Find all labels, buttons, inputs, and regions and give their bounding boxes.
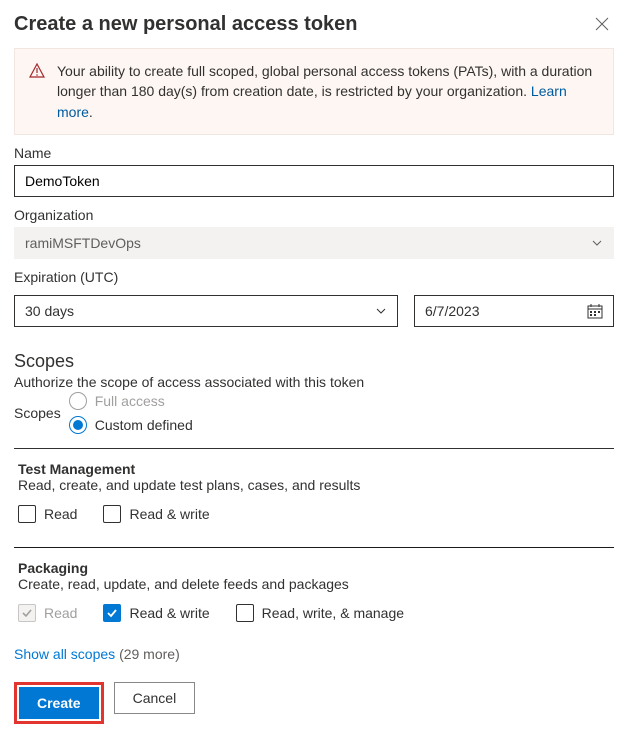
show-all-scopes-link[interactable]: Show all scopes [14,646,115,662]
close-icon [595,17,609,31]
perm-packaging-readwrite[interactable]: Read & write [103,604,209,622]
scope-group-test-management: Test Management Read, create, and update… [14,449,614,527]
warning-text: Your ability to create full scoped, glob… [57,61,599,122]
scope-group-title: Packaging [18,560,610,576]
panel-header: Create a new personal access token [14,12,614,36]
perm-test-read[interactable]: Read [18,505,77,523]
perm-test-readwrite[interactable]: Read & write [103,505,209,523]
scope-radio-full-label: Full access [95,393,165,409]
scopes-heading: Scopes [14,351,614,372]
scopes-subtitle: Authorize the scope of access associated… [14,374,614,390]
warning-icon [29,63,45,122]
scope-group-desc: Create, read, update, and delete feeds a… [18,576,610,592]
perm-label: Read & write [129,506,209,522]
close-button[interactable] [590,12,614,36]
create-button-highlight: Create [14,682,104,724]
expiration-label: Expiration (UTC) [14,269,614,285]
create-button[interactable]: Create [19,687,99,719]
scope-radio-full-access: Full access [69,392,193,410]
perm-packaging-manage[interactable]: Read, write, & manage [236,604,404,622]
scope-group-desc: Read, create, and update test plans, cas… [18,477,610,493]
organization-select[interactable]: ramiMSFTDevOps [14,227,614,259]
warning-message: Your ability to create full scoped, glob… [57,63,592,99]
scope-group-packaging: Packaging Create, read, update, and dele… [14,547,614,626]
chevron-down-icon [591,237,603,249]
chevron-down-icon [375,305,387,317]
expiration-duration-value: 30 days [25,303,74,319]
show-all-scopes-count: (29 more) [119,646,180,662]
perm-label: Read, write, & manage [262,605,404,621]
panel-title: Create a new personal access token [14,13,358,36]
scope-group-title: Test Management [18,461,610,477]
scope-radio-custom[interactable]: Custom defined [69,416,193,434]
scopes-list[interactable]: Test Management Read, create, and update… [14,448,614,626]
perm-label: Read [44,506,77,522]
perm-label: Read [44,605,77,621]
show-all-scopes: Show all scopes (29 more) [14,646,614,662]
perm-label: Read & write [129,605,209,621]
action-buttons: Create Cancel [14,682,614,724]
perm-packaging-read: Read [18,604,77,622]
restriction-warning: Your ability to create full scoped, glob… [14,48,614,135]
expiration-duration-select[interactable]: 30 days [14,295,398,327]
expiration-date-value: 6/7/2023 [425,303,480,319]
organization-label: Organization [14,207,614,223]
expiration-date-input[interactable]: 6/7/2023 [414,295,614,327]
name-label: Name [14,145,614,161]
name-input[interactable] [14,165,614,197]
calendar-icon [587,303,603,319]
organization-value: ramiMSFTDevOps [25,235,141,251]
cancel-button[interactable]: Cancel [114,682,196,714]
scopes-label: Scopes [14,405,61,421]
scope-radio-custom-label: Custom defined [95,417,193,433]
create-pat-panel: Create a new personal access token Your … [0,0,628,742]
